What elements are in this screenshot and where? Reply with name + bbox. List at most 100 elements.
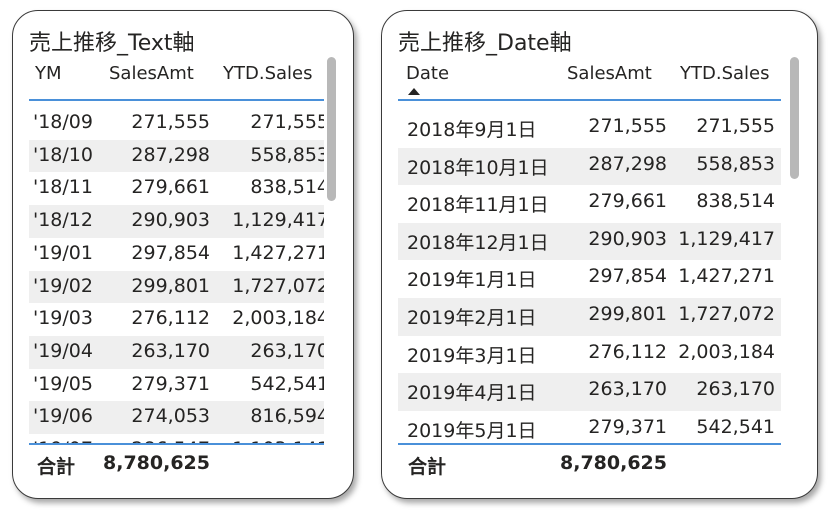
cell-ytd-sales: 1,129,417	[678, 227, 775, 250]
total-salesamt: 8,780,625	[103, 452, 210, 474]
table-row[interactable]: 2019年4月1日 263,170 263,170	[398, 373, 781, 411]
cell-date: 2018年10月1日	[407, 156, 549, 179]
cell-salesamt: 271,555	[131, 111, 210, 133]
cell-ytd-sales: 263,170	[250, 339, 324, 362]
cell-salesamt: 299,801	[588, 303, 667, 325]
cell-salesamt: 263,170	[131, 339, 210, 362]
cell-date: 2019年4月1日	[407, 382, 537, 405]
table-row[interactable]: '19/03 276,112 2,003,184	[29, 303, 324, 336]
table-header: Date SalesAmt YTD.Sales	[382, 63, 817, 103]
total-label: 合計	[37, 456, 76, 478]
cell-ytd-sales: 271,555	[250, 111, 324, 133]
cell-salesamt: 299,801	[131, 274, 210, 297]
table-row[interactable]: 2019年3月1日 276,112 2,003,184	[398, 336, 781, 374]
cell-salesamt: 279,371	[588, 415, 667, 438]
visual-title: 売上推移_Text軸	[29, 31, 195, 56]
cell-salesamt: 274,053	[131, 405, 210, 428]
cell-salesamt: 279,371	[131, 372, 210, 395]
cell-date: 2018年12月1日	[407, 231, 549, 254]
table-row[interactable]: '19/07286,5471,103,141	[29, 434, 324, 443]
cell-ytd-sales: 2,003,184	[232, 307, 324, 330]
cell-salesamt: 297,854	[588, 265, 667, 288]
cell-ytd-sales: 542,541	[250, 372, 324, 395]
table-body[interactable]: '18/09 271,555 271,555 '18/10 287,298 558,853…	[29, 103, 324, 443]
cell-ym: '19/06	[33, 405, 93, 428]
cell-ym: '19/03	[33, 307, 93, 330]
cell-salesamt: 276,112	[131, 307, 210, 330]
cell-date: 2018年9月1日	[407, 119, 537, 141]
cell-ym: '19/02	[33, 274, 93, 297]
column-header-ym[interactable]: YM	[35, 63, 62, 84]
cell-ym: '18/10	[33, 143, 93, 166]
table-row[interactable]: '18/09 271,555 271,555	[29, 107, 324, 140]
cell-date: 2019年3月1日	[407, 344, 537, 367]
cell-ym: '19/04	[33, 339, 93, 362]
total-rule	[398, 443, 781, 445]
table-row[interactable]: '18/11 279,661 838,514	[29, 172, 324, 205]
cell-ytd-sales: 838,514	[696, 190, 775, 213]
table-visual-text-axis[interactable]: 売上推移_Text軸 YM SalesAmt YTD.Sales '18/09 2…	[12, 10, 354, 499]
cell-salesamt: 263,170	[588, 378, 667, 401]
cell-salesamt: 290,903	[588, 227, 667, 250]
table-row[interactable]: '19/02 299,801 1,727,072	[29, 270, 324, 304]
cell-ytd-sales: 1,427,271	[678, 265, 775, 288]
cell-salesamt: 271,555	[588, 115, 667, 137]
cell-salesamt: 279,661	[588, 190, 667, 213]
visual-title: 売上推移_Date軸	[398, 31, 572, 56]
cell-date: 2019年5月1日	[407, 419, 537, 441]
table-row[interactable]: 2018年12月1日 290,903 1,129,417	[398, 222, 781, 261]
column-header-salesamt[interactable]: SalesAmt	[567, 63, 652, 84]
table-row[interactable]: '19/05 279,371 542,541	[29, 369, 324, 402]
total-label: 合計	[408, 456, 447, 478]
cell-salesamt: 290,903	[131, 209, 210, 232]
cell-ytd-sales: 558,853	[696, 152, 775, 175]
cell-ytd-sales: 1,129,417	[232, 209, 324, 232]
column-header-salesamt[interactable]: SalesAmt	[109, 63, 194, 84]
cell-ytd-sales: 263,170	[696, 378, 775, 401]
cell-ytd-sales: 542,541	[696, 415, 775, 438]
header-rule	[29, 99, 324, 101]
sort-ascending-icon[interactable]	[408, 88, 420, 95]
table-row[interactable]: '19/04 263,170 263,170	[29, 335, 324, 369]
table-row[interactable]: 2018年11月1日 279,661 838,514	[398, 185, 781, 223]
cell-ym: '18/09	[33, 111, 93, 133]
cell-ytd-sales: 1,427,271	[232, 241, 324, 264]
cell-ytd-sales: 558,853	[250, 143, 324, 166]
table-row[interactable]: 2019年2月1日 299,801 1,727,072	[398, 298, 781, 336]
total-rule	[29, 443, 324, 445]
table-visual-date-axis[interactable]: 売上推移_Date軸 Date SalesAmt YTD.Sales 2018年…	[381, 10, 818, 499]
cell-salesamt: 287,298	[588, 152, 667, 175]
table-header: YM SalesAmt YTD.Sales	[13, 63, 353, 103]
cell-salesamt: 287,298	[131, 143, 210, 166]
table-row[interactable]: '19/06 274,053 816,594	[29, 401, 324, 434]
cell-ym: '18/11	[33, 176, 93, 199]
table-row[interactable]: 2019年5月1日 279,371 542,541	[398, 411, 781, 441]
cell-date: 2018年11月1日	[407, 194, 549, 217]
table-row[interactable]: '19/01 297,854 1,427,271	[29, 238, 324, 271]
cell-ym: '19/05	[33, 372, 93, 395]
total-salesamt: 8,780,625	[560, 452, 667, 474]
table-body[interactable]: 2018年9月1日 271,555 271,555 2018年10月1日 287,298…	[398, 101, 781, 441]
cell-ym: '19/01	[33, 241, 93, 264]
table-row[interactable]: '18/10 287,298 558,853	[29, 139, 324, 173]
cell-ytd-sales: 1,727,072	[232, 274, 324, 297]
table-row[interactable]: 2018年10月1日 287,298 558,853	[398, 147, 781, 186]
cell-salesamt: 297,854	[131, 241, 210, 264]
vertical-scrollbar[interactable]	[327, 57, 336, 201]
table-row[interactable]: 2019年1月1日 297,854 1,427,271	[398, 260, 781, 298]
vertical-scrollbar[interactable]	[790, 57, 799, 179]
table-row[interactable]: '18/12 290,903 1,129,417	[29, 205, 324, 238]
cell-ytd-sales: 271,555	[696, 115, 775, 137]
table-row[interactable]: 2018年9月1日 271,555 271,555	[398, 110, 781, 148]
cell-ym: '18/12	[33, 209, 93, 232]
cell-ytd-sales: 1,727,072	[678, 303, 775, 325]
cell-salesamt: 279,661	[131, 176, 210, 199]
cell-date: 2019年1月1日	[407, 269, 537, 292]
cell-ytd-sales: 838,514	[250, 176, 324, 199]
cell-date: 2019年2月1日	[407, 307, 537, 329]
cell-ytd-sales: 816,594	[250, 405, 324, 428]
cell-ytd-sales: 2,003,184	[678, 340, 775, 363]
column-header-ytd-sales[interactable]: YTD.Sales	[680, 63, 769, 84]
column-header-ytd-sales[interactable]: YTD.Sales	[223, 63, 312, 84]
column-header-date[interactable]: Date	[406, 63, 449, 84]
